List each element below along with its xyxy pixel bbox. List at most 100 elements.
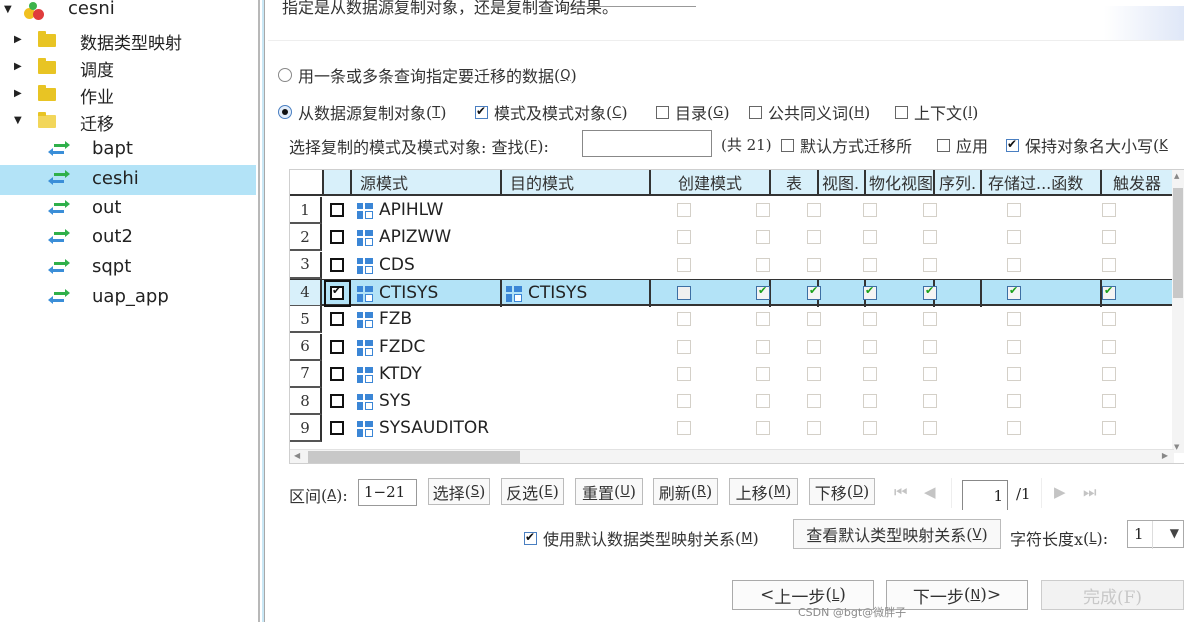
table-row[interactable]: 7 KTDY — [290, 360, 1174, 388]
table-row[interactable]: 8 SYS — [290, 388, 1174, 416]
checkbox-schema-objects[interactable]: 模式及模式对象(C) — [475, 100, 628, 124]
checkbox-default-type-mapping[interactable]: 使用默认数据类型映射关系(M) — [524, 526, 759, 550]
expand-down-icon[interactable]: ▼ — [4, 4, 12, 15]
sequences-checkbox[interactable] — [923, 394, 937, 409]
checkbox[interactable] — [749, 105, 762, 119]
mviews-checkbox[interactable] — [863, 284, 877, 300]
move-up-button[interactable]: 上移(M) — [729, 478, 798, 505]
tables-checkbox[interactable] — [756, 312, 770, 327]
tree-item-out[interactable]: out — [0, 195, 256, 224]
checkbox[interactable] — [781, 138, 794, 152]
find-input[interactable] — [582, 130, 712, 157]
procedures-checkbox[interactable] — [1007, 284, 1021, 300]
triggers-checkbox[interactable] — [1102, 421, 1116, 436]
create-schema-checkbox[interactable] — [677, 366, 691, 381]
radio-query-data[interactable]: 用一条或多条查询指定要迁移的数据(Q) — [278, 63, 577, 87]
expand-right-icon[interactable]: ▶ — [14, 61, 22, 72]
checkbox-checked[interactable] — [475, 104, 488, 119]
column-header-procedures[interactable]: 存储过...函数 — [982, 170, 1102, 196]
last-page-icon[interactable]: ⏭ — [1083, 483, 1097, 501]
sequences-checkbox[interactable] — [923, 312, 937, 327]
mviews-checkbox[interactable] — [863, 203, 877, 217]
first-page-icon[interactable]: ⏮ — [894, 483, 908, 501]
triggers-checkbox[interactable] — [1102, 257, 1116, 272]
mviews-checkbox[interactable] — [863, 257, 877, 272]
sequences-checkbox[interactable] — [923, 203, 937, 217]
mviews-checkbox[interactable] — [863, 339, 877, 354]
dropdown-arrow-icon[interactable]: ▼ — [1170, 526, 1179, 540]
column-header-target[interactable]: 目的模式 — [502, 170, 651, 196]
row-select-checkbox[interactable] — [330, 394, 344, 409]
column-header-triggers[interactable]: 触发器 — [1102, 170, 1174, 196]
mviews-checkbox[interactable] — [863, 421, 877, 436]
view-type-mapping-button[interactable]: 查看默认类型映射关系(V) — [793, 519, 1001, 549]
checkbox-apply[interactable]: 应用 — [937, 133, 988, 157]
views-checkbox[interactable] — [807, 339, 821, 354]
checkbox-default-migrate[interactable]: 默认方式迁移所 — [781, 133, 912, 157]
triggers-checkbox[interactable] — [1102, 394, 1116, 409]
checkbox-public-synonyms[interactable]: 公共同义词(H) — [749, 100, 870, 124]
previous-page-icon[interactable]: ◀ — [924, 483, 936, 501]
finish-button[interactable]: 完成(F) — [1041, 580, 1184, 610]
scroll-right-icon[interactable]: ▶ — [1162, 451, 1168, 460]
radio-button-selected[interactable] — [278, 105, 292, 119]
triggers-checkbox[interactable] — [1102, 366, 1116, 381]
scroll-left-icon[interactable]: ◀ — [294, 451, 300, 460]
checkbox[interactable] — [656, 105, 669, 119]
tree-item-out2[interactable]: out2 — [0, 224, 256, 254]
table-row[interactable]: 3 CDS — [290, 251, 1174, 279]
row-select-checkbox[interactable] — [330, 203, 344, 217]
radio-copy-objects[interactable]: 从数据源复制对象(T) — [278, 100, 446, 124]
expand-down-icon[interactable]: ▼ — [14, 115, 22, 126]
procedures-checkbox[interactable] — [1007, 257, 1021, 272]
move-down-button[interactable]: 下移(D) — [809, 478, 875, 505]
tree-item-ceshi[interactable]: ceshi — [0, 165, 256, 195]
procedures-checkbox[interactable] — [1007, 339, 1021, 354]
mviews-checkbox[interactable] — [863, 366, 877, 381]
views-checkbox[interactable] — [807, 312, 821, 327]
views-checkbox[interactable] — [807, 394, 821, 409]
procedures-checkbox[interactable] — [1007, 366, 1021, 381]
tree-item-uap-app[interactable]: uap_app — [0, 284, 256, 314]
pane-splitter[interactable] — [258, 0, 268, 622]
tables-checkbox[interactable] — [756, 366, 770, 381]
sequences-checkbox[interactable] — [923, 366, 937, 381]
tables-checkbox[interactable] — [756, 230, 770, 245]
create-schema-checkbox[interactable] — [677, 257, 691, 272]
tree-node-migration[interactable]: ▼ 迁移 — [0, 107, 256, 135]
tree-node-schedule[interactable]: ▶ 调度 — [0, 53, 256, 81]
radio-button[interactable] — [278, 68, 292, 82]
range-input[interactable]: 1−21 — [358, 479, 417, 506]
tree-node-root[interactable]: ▼ cesni — [0, 0, 256, 26]
table-row[interactable]: 2 APIZWW — [290, 224, 1174, 252]
checkbox-checked[interactable] — [1006, 137, 1019, 152]
row-select-checkbox[interactable] — [330, 339, 344, 354]
vertical-scroll-thumb[interactable] — [1173, 188, 1183, 298]
refresh-button[interactable]: 刷新(R) — [653, 478, 718, 505]
table-row[interactable]: 1 APIHLW — [290, 197, 1174, 224]
checkbox[interactable] — [895, 105, 908, 119]
next-button[interactable]: 下一步(N) > — [886, 580, 1028, 610]
column-header-tables[interactable]: 表 — [771, 170, 819, 196]
page-number-input[interactable]: 1 — [962, 480, 1008, 510]
char-length-select[interactable]: 1 ▼ — [1127, 520, 1184, 549]
sequences-checkbox[interactable] — [923, 284, 937, 300]
select-button[interactable]: 选择(S) — [428, 478, 490, 505]
sequences-checkbox[interactable] — [923, 421, 937, 436]
sequences-checkbox[interactable] — [923, 230, 937, 245]
scroll-up-icon[interactable]: ▲ — [1174, 172, 1179, 180]
tables-checkbox[interactable] — [756, 394, 770, 409]
mviews-checkbox[interactable] — [863, 394, 877, 409]
tree-item-sqpt[interactable]: sqpt — [0, 254, 256, 284]
table-row[interactable]: 9 SYSAUDITOR — [290, 415, 1174, 443]
procedures-checkbox[interactable] — [1007, 394, 1021, 409]
tree-item-bapt[interactable]: bapt — [0, 136, 256, 165]
select-column-header[interactable] — [324, 170, 352, 196]
table-row[interactable]: 4 CTISYS CTISYS — [290, 278, 1174, 307]
tables-checkbox[interactable] — [756, 421, 770, 436]
tables-checkbox[interactable] — [756, 257, 770, 272]
triggers-checkbox[interactable] — [1102, 339, 1116, 354]
column-header-sequences[interactable]: 序列. — [935, 170, 982, 196]
column-header-views[interactable]: 视图. — [819, 170, 866, 196]
create-schema-checkbox[interactable] — [677, 339, 691, 354]
